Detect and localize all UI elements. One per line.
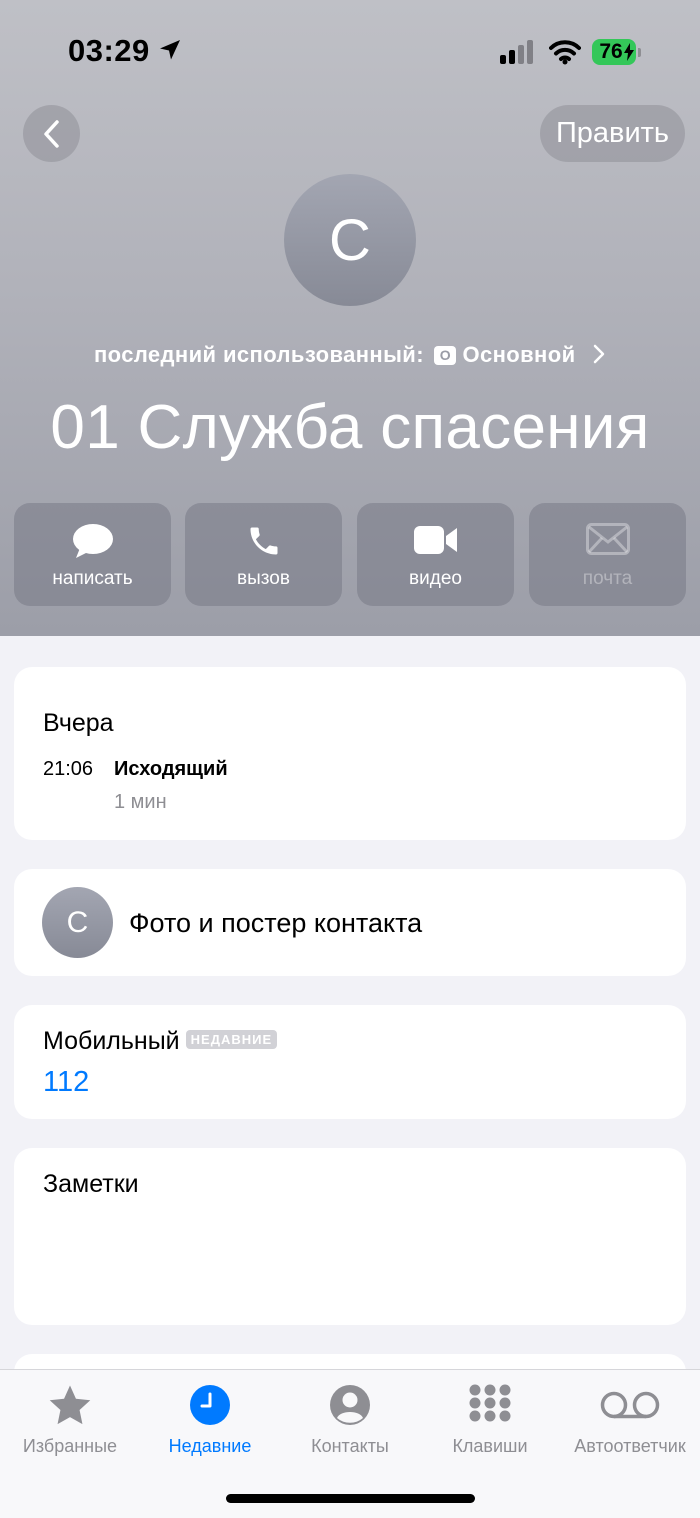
back-button[interactable] [23, 105, 80, 162]
chevron-right-icon [593, 344, 605, 364]
recent-call-type: Исходящий [114, 758, 228, 780]
mail-button: почта [529, 503, 686, 606]
star-icon [49, 1385, 91, 1425]
voicemail-icon [600, 1391, 660, 1419]
home-indicator [226, 1494, 475, 1503]
location-arrow-icon [158, 38, 182, 67]
call-label: вызов [237, 568, 290, 589]
battery-level: 76 [599, 40, 623, 63]
mail-label: почта [582, 568, 633, 589]
envelope-icon [585, 523, 630, 555]
tab-voicemail-label: Автоответчик [574, 1436, 686, 1456]
phone-number-link[interactable]: 112 [43, 1066, 89, 1099]
call-button[interactable]: вызов [185, 503, 342, 606]
contact-photo-poster-row[interactable]: С Фото и постер контакта [14, 869, 686, 976]
edit-button[interactable]: Править [540, 105, 685, 162]
video-button[interactable]: видео [357, 503, 514, 606]
phone-card: Мобильный НЕДАВНИЕ 112 [14, 1005, 686, 1119]
last-used-label: последний использованный: [93, 342, 424, 367]
tab-recents-label: Недавние [168, 1436, 252, 1456]
notes-card[interactable]: Заметки [14, 1148, 686, 1325]
keypad-icon [469, 1384, 511, 1422]
contact-avatar: С [284, 174, 416, 306]
contact-name: 01 Служба спасения [50, 393, 650, 462]
phone-type-line: Мобильный НЕДАВНИЕ [43, 1027, 278, 1056]
person-circle-icon [330, 1385, 370, 1425]
status-time: 03:29 [68, 33, 150, 68]
tab-recents[interactable]: Недавние [140, 1370, 280, 1470]
sim-badge: О [434, 346, 457, 365]
signal-icon [500, 40, 538, 71]
phone-type-label: Мобильный [43, 1027, 180, 1055]
message-bubble-icon [72, 524, 113, 558]
notes-label: Заметки [43, 1170, 139, 1198]
sim-name: Основной [462, 342, 576, 367]
wifi-icon [549, 39, 581, 70]
contact-header: 03:29 76 Править С последний использован… [0, 0, 700, 636]
video-label: видео [409, 568, 462, 589]
video-camera-icon [413, 526, 457, 554]
contact-photo-poster-label: Фото и постер контакта [129, 908, 423, 938]
tab-favorites-label: Избранные [22, 1436, 118, 1456]
tab-favorites[interactable]: Избранные [0, 1370, 140, 1470]
clock-icon [190, 1385, 230, 1425]
phone-icon [250, 527, 277, 555]
tab-contacts-label: Контакты [311, 1436, 389, 1456]
message-label: написать [52, 568, 133, 589]
tab-keypad-label: Клавиши [452, 1436, 528, 1456]
tab-contacts[interactable]: Контакты [280, 1370, 420, 1470]
recent-badge: НЕДАВНИЕ [185, 1030, 278, 1049]
avatar: С [42, 887, 113, 958]
tab-voicemail[interactable]: Автоответчик [560, 1370, 700, 1470]
tab-keypad[interactable]: Клавиши [420, 1370, 560, 1470]
avatar-small-initial: С [66, 905, 89, 939]
action-buttons: написать вызов видео почта [14, 503, 686, 606]
avatar-initial: С [329, 207, 371, 273]
last-used-line[interactable]: последний использованный: О Основной [0, 342, 700, 368]
battery-icon: 76 [592, 39, 641, 65]
recent-call-day: Вчера [43, 709, 114, 737]
chevron-left-icon [43, 119, 59, 148]
recent-call-time: 21:06 [43, 758, 94, 780]
recent-call-card: Вчера 21:06 Исходящий 1 мин [14, 667, 686, 840]
recent-call-duration: 1 мин [114, 791, 167, 813]
message-button[interactable]: написать [14, 503, 171, 606]
